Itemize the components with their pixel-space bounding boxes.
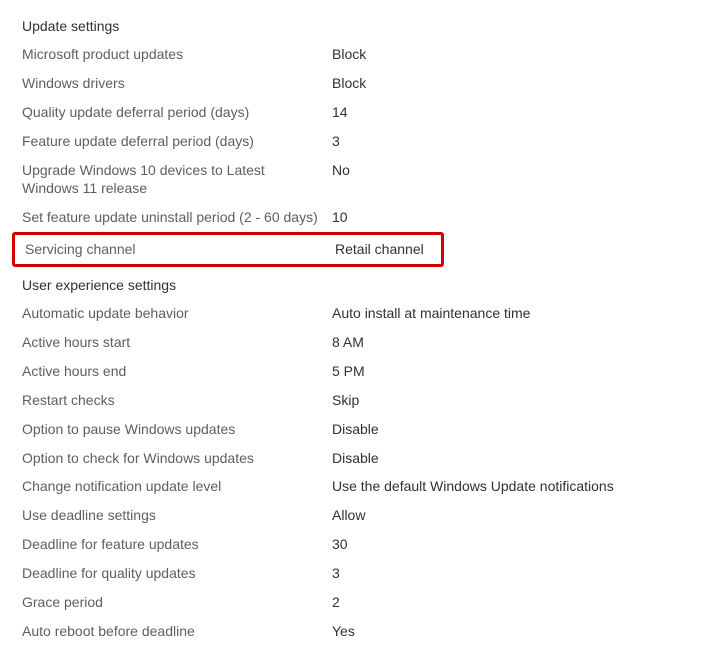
setting-value: No [332, 161, 350, 180]
setting-row: Deadline for feature updates30 [22, 530, 728, 559]
setting-value: Auto install at maintenance time [332, 304, 530, 323]
setting-row: Change notification update levelUse the … [22, 472, 728, 501]
setting-label: Active hours end [22, 362, 332, 381]
setting-row: Use deadline settingsAllow [22, 501, 728, 530]
setting-label: Deadline for quality updates [22, 564, 332, 583]
setting-row: Auto reboot before deadlineYes [22, 617, 728, 646]
setting-label: Deadline for feature updates [22, 535, 332, 554]
setting-value: Use the default Windows Update notificat… [332, 477, 614, 496]
setting-value: Retail channel [335, 240, 424, 259]
setting-label: Feature update deferral period (days) [22, 132, 332, 151]
section-header: Update settings [22, 12, 728, 40]
setting-label: Microsoft product updates [22, 45, 332, 64]
setting-label: Set feature update uninstall period (2 -… [22, 208, 332, 227]
setting-row: Restart checksSkip [22, 386, 728, 415]
setting-label: Servicing channel [25, 240, 335, 259]
setting-label: Option to pause Windows updates [22, 420, 332, 439]
setting-label: Auto reboot before deadline [22, 622, 332, 641]
setting-row: Quality update deferral period (days)14 [22, 98, 728, 127]
setting-row: Microsoft product updatesBlock [22, 40, 728, 69]
setting-value: 10 [332, 208, 348, 227]
setting-row: Set feature update uninstall period (2 -… [22, 203, 728, 232]
setting-label: Quality update deferral period (days) [22, 103, 332, 122]
setting-value: 2 [332, 593, 340, 612]
setting-label: Windows drivers [22, 74, 332, 93]
setting-value: Disable [332, 449, 379, 468]
setting-value: 3 [332, 564, 340, 583]
setting-label: Option to check for Windows updates [22, 449, 332, 468]
setting-label: Automatic update behavior [22, 304, 332, 323]
setting-label: Active hours start [22, 333, 332, 352]
setting-row: Windows driversBlock [22, 69, 728, 98]
setting-label: Use deadline settings [22, 506, 332, 525]
setting-value: Skip [332, 391, 359, 410]
setting-row: Feature update deferral period (days)3 [22, 127, 728, 156]
setting-row: Automatic update behaviorAuto install at… [22, 299, 728, 328]
setting-value: 14 [332, 103, 348, 122]
setting-row: Grace period2 [22, 588, 728, 617]
setting-row: Active hours end5 PM [22, 357, 728, 386]
setting-label: Grace period [22, 593, 332, 612]
setting-value: 8 AM [332, 333, 364, 352]
setting-value: 5 PM [332, 362, 365, 381]
settings-panel: Update settingsMicrosoft product updates… [22, 12, 728, 646]
setting-value: 3 [332, 132, 340, 151]
setting-row: Servicing channelRetail channel [12, 232, 444, 267]
setting-value: Yes [332, 622, 355, 641]
setting-value: Allow [332, 506, 365, 525]
section-header: User experience settings [22, 271, 728, 299]
setting-label: Change notification update level [22, 477, 332, 496]
setting-row: Upgrade Windows 10 devices to Latest Win… [22, 156, 728, 204]
setting-value: Block [332, 45, 366, 64]
setting-value: Disable [332, 420, 379, 439]
setting-row: Active hours start8 AM [22, 328, 728, 357]
setting-label: Restart checks [22, 391, 332, 410]
setting-row: Option to pause Windows updatesDisable [22, 415, 728, 444]
setting-label: Upgrade Windows 10 devices to Latest Win… [22, 161, 332, 199]
setting-row: Option to check for Windows updatesDisab… [22, 444, 728, 473]
setting-row: Deadline for quality updates3 [22, 559, 728, 588]
setting-value: 30 [332, 535, 348, 554]
setting-value: Block [332, 74, 366, 93]
